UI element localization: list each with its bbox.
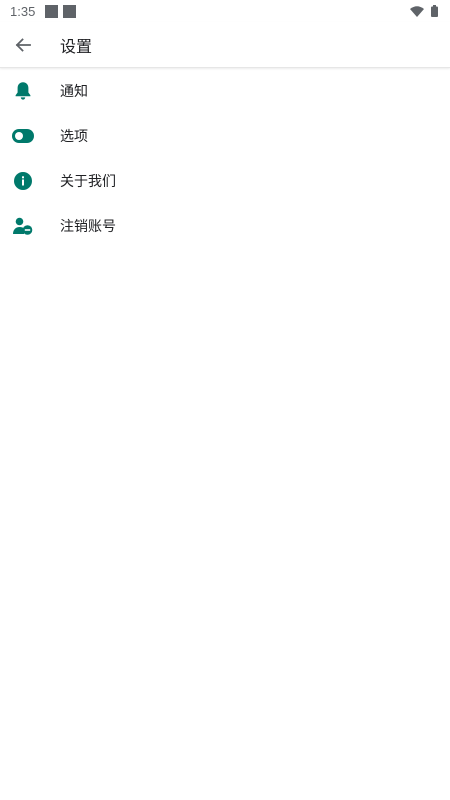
settings-item-label: 通知 xyxy=(60,83,88,100)
settings-list: 通知 选项 关于我们 注销账号 xyxy=(0,68,450,248)
settings-item-label: 关于我们 xyxy=(60,173,116,190)
page-title: 设置 xyxy=(60,36,93,56)
app-bar: 设置 xyxy=(0,22,450,68)
settings-item-about[interactable]: 关于我们 xyxy=(0,158,450,203)
toggle-icon xyxy=(12,125,34,147)
back-button[interactable] xyxy=(1,23,45,67)
person-remove-icon xyxy=(12,215,34,237)
settings-item-label: 选项 xyxy=(60,128,88,145)
status-bar: 1:35 xyxy=(0,0,450,22)
notification-icon xyxy=(63,4,77,18)
notification-icon xyxy=(45,4,59,18)
settings-item-notifications[interactable]: 通知 xyxy=(0,68,450,113)
info-icon xyxy=(12,170,34,192)
wifi-icon xyxy=(410,5,424,17)
arrow-back-icon xyxy=(15,37,31,52)
bell-icon xyxy=(12,80,34,102)
settings-item-delete-account[interactable]: 注销账号 xyxy=(0,203,450,248)
status-icons xyxy=(410,5,438,17)
status-time: 1:35 xyxy=(10,3,36,19)
settings-item-label: 注销账号 xyxy=(60,218,116,235)
battery-icon xyxy=(431,5,438,17)
settings-item-options[interactable]: 选项 xyxy=(0,113,450,158)
